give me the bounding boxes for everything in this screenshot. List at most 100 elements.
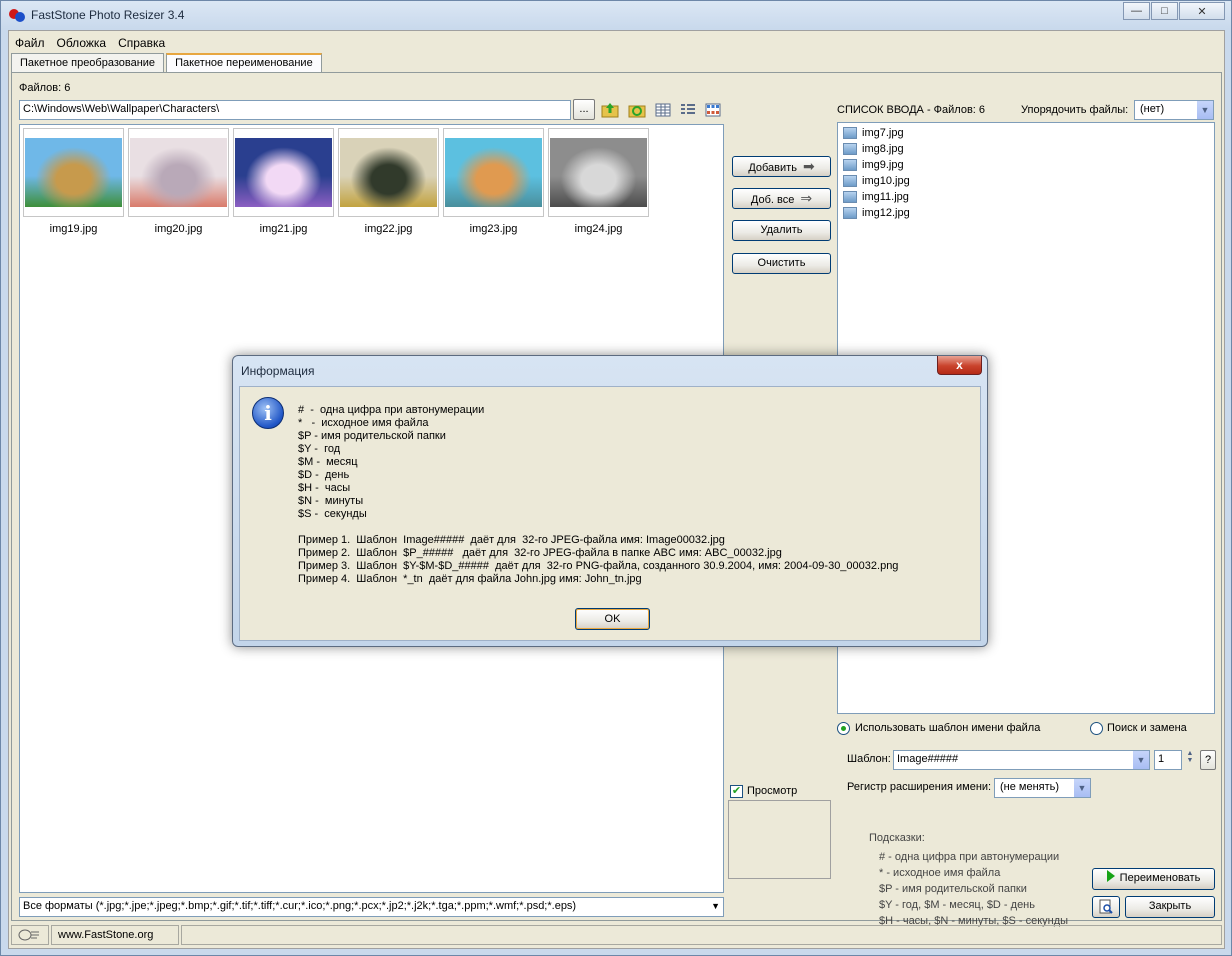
info-line: $P - имя родительской папки: [298, 430, 446, 442]
hint-line: $P - имя родительской папки: [879, 883, 1027, 895]
image-file-icon: [843, 127, 857, 139]
website-link[interactable]: www.FastStone.org: [51, 925, 179, 945]
image-file-icon: [843, 143, 857, 155]
dialog-message: # - одна цифра при автонумерации * - исх…: [298, 404, 898, 586]
list-item[interactable]: img7.jpg: [843, 125, 904, 141]
menu-help[interactable]: Справка: [112, 33, 171, 53]
clear-button[interactable]: Очистить: [732, 253, 831, 274]
template-help-button[interactable]: ?: [1200, 750, 1216, 770]
status-bar: www.FastStone.org: [11, 925, 1222, 946]
thumbnail-item[interactable]: img24.jpg: [548, 128, 649, 236]
use-template-radio[interactable]: [837, 722, 850, 735]
list-item[interactable]: img12.jpg: [843, 205, 910, 221]
info-line: Пример 3. Шаблон $Y-$M-$D_##### даёт для…: [298, 560, 899, 572]
info-icon: i: [252, 397, 284, 429]
folder-up-icon[interactable]: [601, 101, 619, 119]
thumbnail-item[interactable]: img23.jpg: [443, 128, 544, 236]
hints-panel: Подсказки: # - одна цифра при автонумера…: [869, 830, 1068, 929]
double-arrow-right-icon: ⇒: [800, 190, 813, 206]
files-count-label: Файлов: 6: [19, 82, 71, 94]
details-view-icon[interactable]: [654, 101, 672, 119]
image-file-icon: [843, 207, 857, 219]
template-input[interactable]: Image##### ▼: [893, 750, 1150, 770]
thumbnail-filename: img20.jpg: [154, 223, 203, 235]
info-line: $N - минуты: [298, 495, 364, 507]
image-file-icon: [843, 159, 857, 171]
use-template-label: Использовать шаблон имени файла: [855, 722, 1041, 734]
tab-batch-rename[interactable]: Пакетное переименование: [166, 53, 322, 73]
dropdown-arrow-icon: ▼: [1197, 101, 1213, 119]
dropdown-arrow-icon: ▼: [1133, 751, 1149, 769]
window-title: FastStone Photo Resizer 3.4: [31, 8, 185, 22]
thumbnail-image: [340, 138, 437, 207]
preview-rename-button[interactable]: [1092, 896, 1120, 918]
dialog-close-button[interactable]: x: [937, 356, 982, 375]
extension-case-select[interactable]: (не менять) ▼: [994, 778, 1091, 798]
maximize-button[interactable]: □: [1151, 2, 1178, 20]
sort-files-select[interactable]: (нет) ▼: [1134, 100, 1214, 120]
info-line: Пример 4. Шаблон *_tn даёт для файла Joh…: [298, 573, 642, 585]
info-line: $H - часы: [298, 482, 351, 494]
image-file-icon: [843, 175, 857, 187]
menu-skin[interactable]: Обложка: [51, 33, 113, 53]
folder-path-input[interactable]: C:\Windows\Web\Wallpaper\Characters\: [19, 100, 571, 120]
number-spinner[interactable]: ▲ ▼: [1184, 750, 1196, 770]
browse-folder-button[interactable]: ...: [573, 99, 595, 120]
tab-batch-convert[interactable]: Пакетное преобразование: [11, 53, 165, 73]
list-view-icon[interactable]: [679, 101, 697, 119]
thumbnail-view-icon[interactable]: [704, 101, 722, 119]
hint-line: $Y - год, $M - месяц, $D - день: [879, 899, 1035, 911]
dialog-body: i # - одна цифра при автонумерации * - и…: [239, 386, 981, 641]
thumbnail-item[interactable]: img20.jpg: [128, 128, 229, 236]
list-item[interactable]: img11.jpg: [843, 189, 909, 205]
magnifier-icon: [1099, 899, 1113, 914]
thumbnail-filename: img19.jpg: [49, 223, 98, 235]
extension-case-label: Регистр расширения имени:: [847, 781, 992, 793]
info-line: $Y - год: [298, 443, 341, 455]
close-window-button[interactable]: ✕: [1179, 2, 1225, 20]
info-line: # - одна цифра при автонумерации: [298, 404, 485, 416]
rename-button[interactable]: Переименовать: [1092, 868, 1215, 890]
preview-checkbox[interactable]: ✔: [730, 785, 743, 798]
info-line: [298, 521, 898, 534]
hints-title: Подсказки:: [869, 832, 925, 844]
thumbnail-item[interactable]: img19.jpg: [23, 128, 124, 236]
remove-button[interactable]: Удалить: [732, 220, 831, 241]
status-text: [181, 925, 1222, 945]
thumbnail-item[interactable]: img22.jpg: [338, 128, 439, 236]
add-all-button[interactable]: Доб. все ⇒: [732, 188, 831, 209]
dialog-title: Информация: [241, 364, 315, 378]
info-line: $M - месяц: [298, 456, 358, 468]
thumbnail-image: [130, 138, 227, 207]
thumbnail-item[interactable]: img21.jpg: [233, 128, 334, 236]
close-button[interactable]: Закрыть: [1125, 896, 1215, 918]
info-line: Пример 1. Шаблон Image##### даёт для 32-…: [298, 534, 725, 546]
menu-file[interactable]: Файл: [9, 33, 51, 53]
ok-button[interactable]: OK: [575, 608, 650, 630]
info-line: Пример 2. Шаблон $P_##### даёт для 32-го…: [298, 547, 782, 559]
thumbnail-filename: img21.jpg: [259, 223, 308, 235]
refresh-folder-icon[interactable]: [628, 101, 646, 119]
input-list-header: СПИСОК ВВОДА - Файлов: 6: [837, 104, 986, 116]
play-icon: [1106, 870, 1115, 882]
search-replace-label: Поиск и замена: [1107, 722, 1187, 734]
menu-bar: Файл Обложка Справка: [9, 33, 171, 53]
info-line: $D - день: [298, 469, 350, 481]
thumbnail-filename: img22.jpg: [364, 223, 413, 235]
thumbnail-image: [235, 138, 332, 207]
list-item[interactable]: img9.jpg: [843, 157, 904, 173]
list-item[interactable]: img8.jpg: [843, 141, 904, 157]
add-button[interactable]: Добавить ➡: [732, 156, 831, 177]
preview-pane: [728, 800, 831, 879]
list-item[interactable]: img10.jpg: [843, 173, 910, 189]
start-number-input[interactable]: 1: [1154, 750, 1182, 770]
file-format-filter-select[interactable]: Все форматы (*.jpg;*.jpe;*.jpeg;*.bmp;*.…: [19, 897, 724, 917]
title-bar[interactable]: FastStone Photo Resizer 3.4 — □ ✕: [1, 1, 1231, 30]
thumbnail-image: [550, 138, 647, 207]
image-file-icon: [843, 191, 857, 203]
hint-line: # - одна цифра при автонумерации: [879, 851, 1060, 863]
file-format-filter-value: Все форматы (*.jpg;*.jpe;*.jpeg;*.bmp;*.…: [23, 900, 577, 912]
search-replace-radio[interactable]: [1090, 722, 1103, 735]
minimize-button[interactable]: —: [1123, 2, 1150, 20]
sort-files-label: Упорядочить файлы:: [1021, 104, 1129, 116]
